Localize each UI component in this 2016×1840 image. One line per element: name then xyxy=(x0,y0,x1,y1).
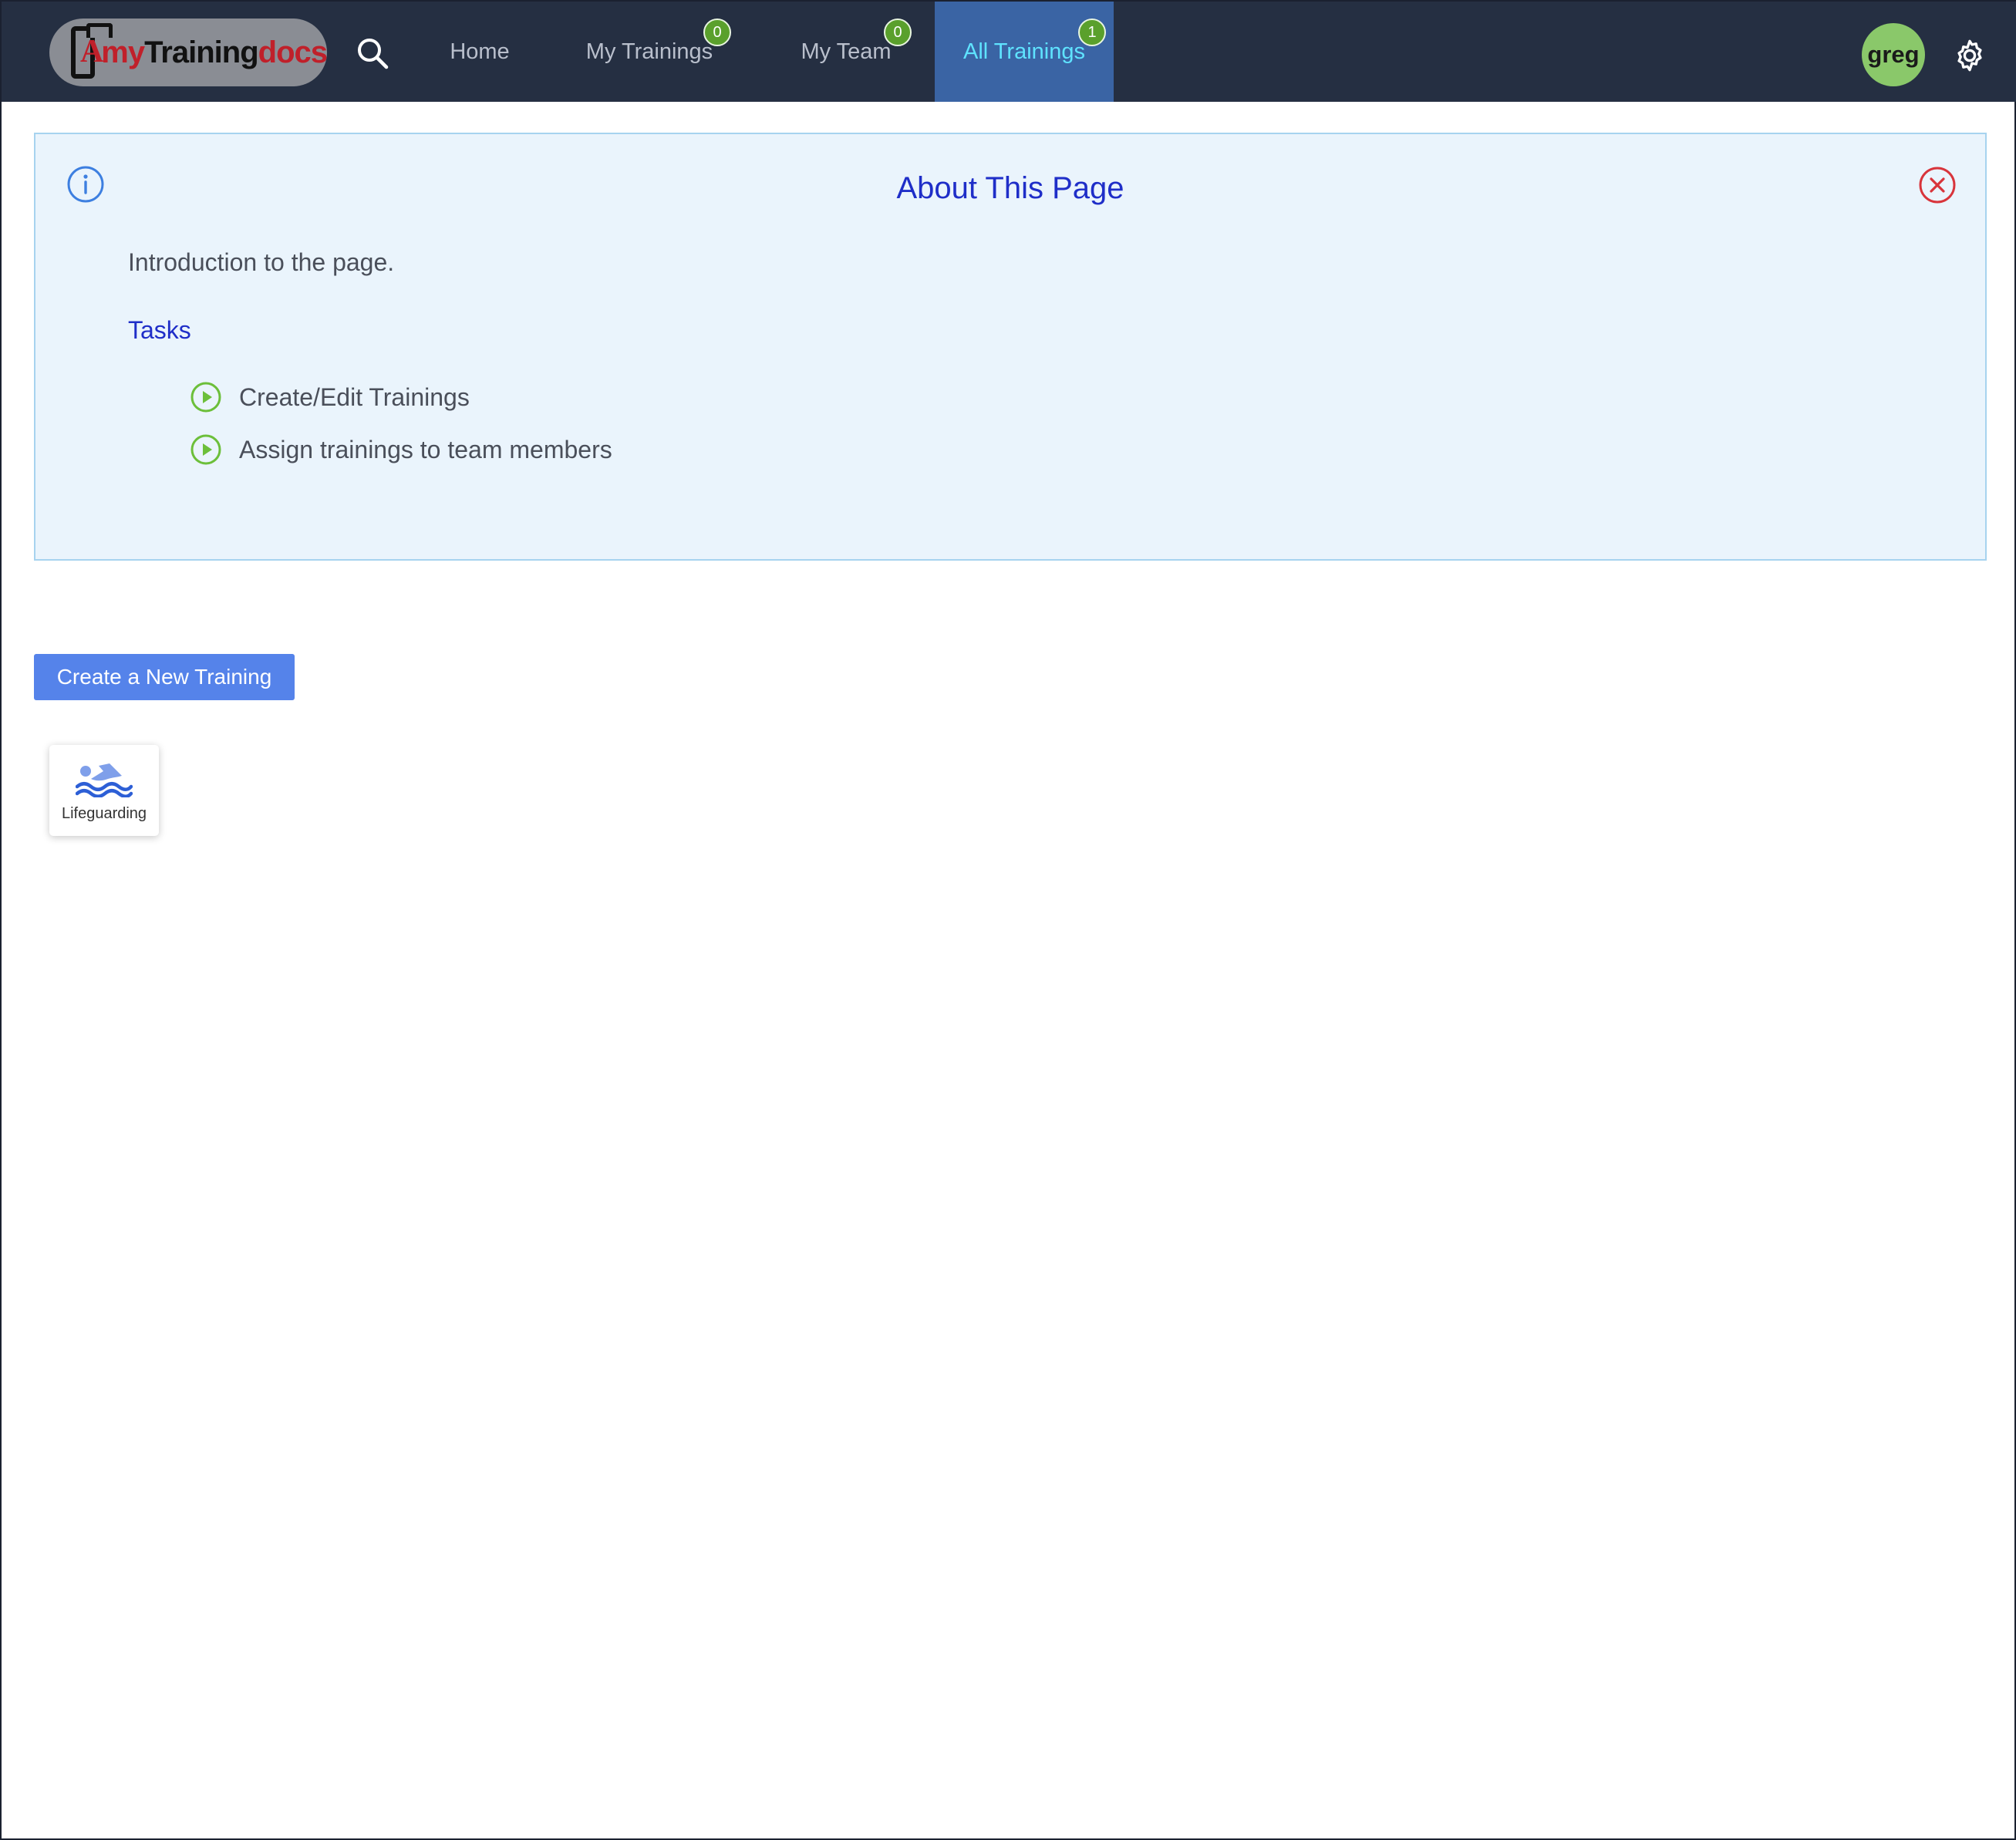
play-circle-icon xyxy=(190,382,221,413)
all-trainings-count-badge: 1 xyxy=(1078,19,1106,46)
my-team-count-badge: 0 xyxy=(884,19,912,46)
nav-home-label: Home xyxy=(450,39,510,64)
my-trainings-count-badge: 0 xyxy=(703,19,731,46)
swimmer-icon xyxy=(76,763,133,797)
app-logo[interactable]: A myTrainingdocs xyxy=(49,19,328,86)
app-window: A myTrainingdocs Home My Trainings 0 My … xyxy=(0,0,2016,1840)
about-intro-text: Introduction to the page. xyxy=(128,248,395,276)
nav-my-team[interactable]: My Team xyxy=(788,2,904,102)
top-navbar: A myTrainingdocs Home My Trainings 0 My … xyxy=(2,2,2016,102)
close-icon[interactable] xyxy=(1917,165,1957,205)
user-avatar[interactable]: greg xyxy=(1862,23,1925,86)
task-label: Create/Edit Trainings xyxy=(239,382,470,411)
nav-my-team-label: My Team xyxy=(801,39,892,64)
search-icon[interactable] xyxy=(355,35,390,71)
nav-my-trainings[interactable]: My Trainings xyxy=(572,2,727,102)
training-card[interactable]: Lifeguarding xyxy=(49,745,159,836)
nav-all-trainings[interactable]: All Trainings xyxy=(935,2,1114,102)
logo-wordmark: myTrainingdocs xyxy=(101,35,328,69)
task-item[interactable]: Create/Edit Trainings xyxy=(190,381,470,413)
training-card-label: Lifeguarding xyxy=(61,805,147,822)
nav-home[interactable]: Home xyxy=(433,2,526,102)
play-circle-icon xyxy=(190,434,221,465)
task-item[interactable]: Assign trainings to team members xyxy=(190,433,612,466)
gear-icon[interactable] xyxy=(1953,39,1987,72)
nav-my-trainings-label: My Trainings xyxy=(585,39,713,64)
logo-document-icon: A xyxy=(71,23,113,79)
create-training-button[interactable]: Create a New Training xyxy=(34,654,295,700)
task-label: Assign trainings to team members xyxy=(239,435,612,463)
about-panel: About This Page Introduction to the page… xyxy=(34,133,1987,561)
about-title: About This Page xyxy=(896,171,1124,205)
nav-all-trainings-label: All Trainings xyxy=(963,39,1085,64)
tasks-heading: Tasks xyxy=(128,316,191,344)
